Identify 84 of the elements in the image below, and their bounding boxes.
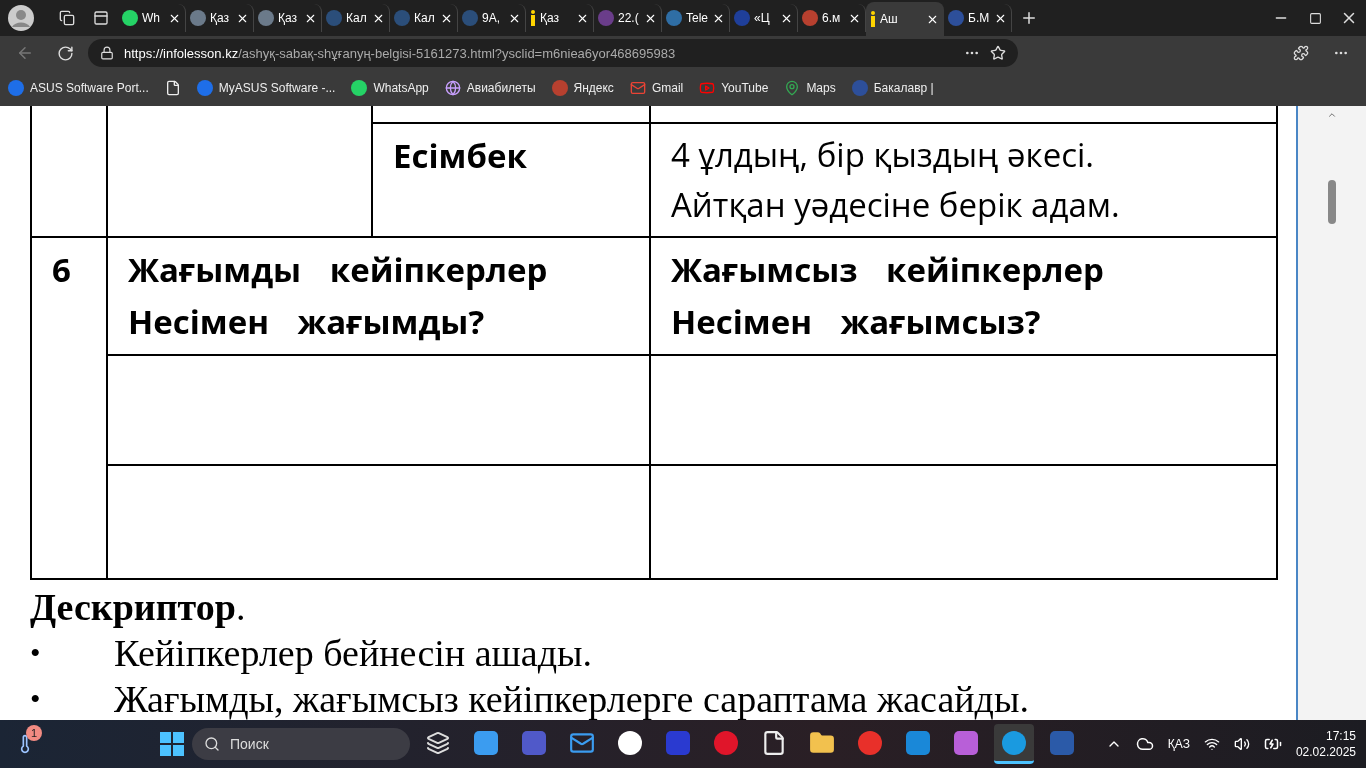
bookmark[interactable]: ASUS Software Port... — [8, 80, 149, 96]
site-icon — [462, 10, 478, 26]
map-pin-icon — [784, 80, 801, 96]
site-icon — [351, 80, 368, 96]
app-icon — [617, 729, 643, 756]
descriptor-item: Жағымды, жағымсыз кейіпкерлерге сараптама жасайды. — [114, 677, 1029, 720]
browser-tab[interactable]: Б.М — [944, 4, 1012, 32]
cloud-icon[interactable] — [1135, 735, 1154, 753]
bookmark[interactable]: Gmail — [629, 80, 684, 96]
app-icon — [857, 729, 883, 756]
bookmark[interactable]: YouTube — [699, 80, 769, 96]
site-icon — [948, 10, 964, 26]
browser-tab[interactable]: 9А, — [458, 4, 526, 32]
browser-tab[interactable]: Қаз — [186, 4, 254, 32]
descriptor-title: Дескриптор. — [30, 585, 246, 629]
column-header: Жағымсыз кейіпкерлер Несімен жағымсыз? — [670, 246, 1105, 346]
site-icon — [326, 10, 342, 26]
bookmark[interactable]: Maps — [784, 80, 836, 96]
notification-badge: 1 — [26, 725, 42, 741]
language-indicator[interactable]: ҚАЗ — [1167, 737, 1190, 751]
site-icon — [258, 10, 274, 26]
app-icon — [953, 729, 979, 756]
folder-icon — [809, 729, 835, 756]
site-icon — [122, 10, 138, 26]
descriptor-item: Кейіпкерлер бейнесін ашады. — [114, 631, 592, 675]
browser-tab[interactable]: Аш — [866, 2, 944, 36]
site-icon — [8, 80, 24, 96]
globe-icon — [444, 80, 461, 96]
browser-tab[interactable]: 6.м — [798, 4, 866, 32]
browser-tab[interactable]: Қаз — [526, 4, 594, 32]
avatar-icon[interactable] — [8, 5, 34, 31]
info-icon — [870, 11, 876, 27]
lock-icon[interactable] — [100, 46, 114, 60]
star-icon[interactable] — [990, 45, 1006, 61]
file-icon — [761, 729, 787, 756]
search-placeholder: Поиск — [230, 736, 269, 752]
site-icon — [802, 10, 818, 26]
bookmark[interactable]: WhatsApp — [351, 80, 429, 96]
mail-icon — [629, 80, 646, 96]
app-icon — [473, 729, 499, 756]
browser-tab[interactable]: Кал — [390, 4, 458, 32]
page-icon — [164, 80, 181, 96]
row-number: 6 — [51, 246, 72, 294]
site-icon — [598, 10, 614, 26]
search-icon — [204, 736, 220, 752]
browser-tab[interactable]: Қаз — [254, 4, 322, 32]
app-icon — [1049, 729, 1075, 756]
bullet: • — [30, 636, 42, 670]
character-description: 4 ұлдың, бір қыздың әкесі. Айтқан уәдесіне берік адам. — [670, 131, 1121, 229]
address-bar[interactable]: https://infolesson.kz/ashyқ-sabaқ-shұғanyң-belgisi-5161273.html?ysclid=m6niea6yor468695983 — [88, 39, 1018, 67]
speaker-icon[interactable] — [1233, 736, 1250, 752]
browser-tab[interactable]: Tele — [662, 4, 730, 32]
site-icon — [190, 10, 206, 26]
browser-tab[interactable]: Wh — [118, 4, 186, 32]
site-icon — [394, 10, 410, 26]
browser-tab[interactable]: «Ц — [730, 4, 798, 32]
scroll-up-icon[interactable] — [1327, 110, 1337, 120]
bookmark[interactable] — [164, 80, 181, 96]
play-icon — [699, 80, 716, 96]
app-icon — [521, 729, 547, 756]
windows-logo-icon[interactable] — [160, 732, 184, 756]
app-icon — [905, 729, 931, 756]
site-icon — [196, 80, 213, 96]
character-name: Есімбек — [392, 132, 528, 180]
wifi-icon[interactable] — [1203, 736, 1220, 752]
bookmark[interactable]: Бакалавр | — [851, 80, 934, 96]
scrollbar-thumb[interactable] — [1328, 180, 1336, 224]
browser-tab[interactable]: Кал — [322, 4, 390, 32]
site-icon — [734, 10, 750, 26]
site-icon — [666, 10, 682, 26]
bookmark[interactable]: Авиабилеты — [444, 80, 536, 96]
app-icon — [665, 729, 691, 756]
bookmark[interactable]: MyASUS Software -... — [196, 80, 336, 96]
clock[interactable]: 17:15 02.02.2025 — [1295, 729, 1356, 759]
bookmark[interactable]: Яндекс — [551, 80, 614, 96]
site-icon — [851, 80, 868, 96]
app-icon — [1001, 729, 1027, 756]
info-icon — [530, 10, 536, 26]
search-field[interactable]: Поиск — [192, 728, 410, 760]
site-icon — [551, 80, 568, 96]
column-header: Жағымды кейіпкерлер Несімен жағымды? — [127, 246, 549, 346]
bullet: • — [30, 682, 42, 716]
browser-tab[interactable]: 22.( — [594, 4, 662, 32]
app-icon — [713, 729, 739, 756]
